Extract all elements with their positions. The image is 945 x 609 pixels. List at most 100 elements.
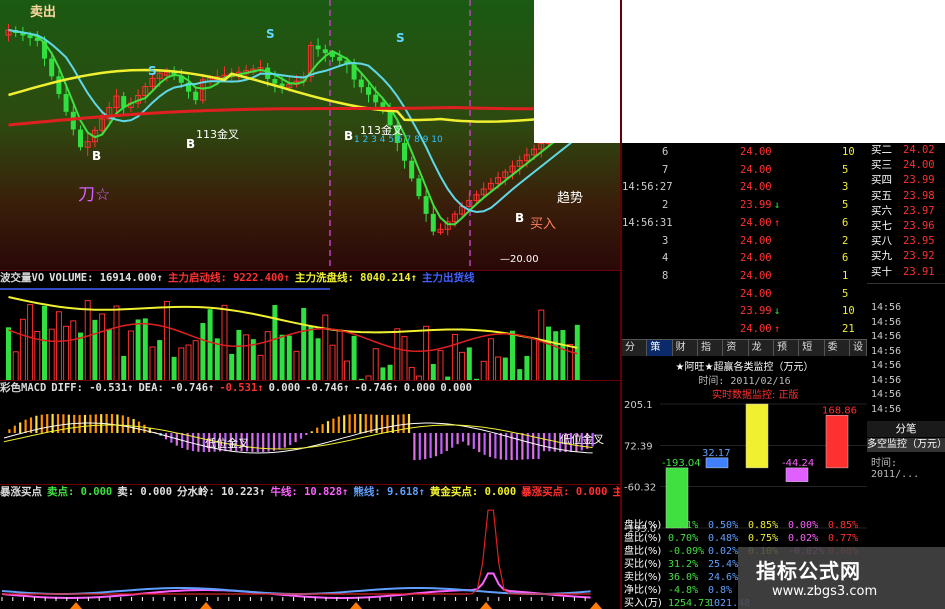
- stat-value: 0.75%: [748, 533, 779, 544]
- watermark-title: 指标公式网: [756, 559, 861, 583]
- candle-body: [49, 58, 55, 77]
- stat-label: 买入(万): [624, 598, 662, 609]
- volume-bar: [451, 333, 458, 381]
- volume-panel[interactable]: 波交量VO VOLUME: 16914.000↑ 主力启动线: 9222.400↑ 主…: [0, 270, 620, 381]
- tick-time-row[interactable]: 14:56: [867, 387, 945, 403]
- long-short-title: 多空监控（万元）: [867, 438, 945, 452]
- header-field: -0.746↑: [354, 382, 399, 394]
- bid-level-row[interactable]: 买六 23.97: [867, 204, 945, 219]
- tick-quote-row[interactable]: 7 24.00 5: [622, 161, 867, 179]
- panel-tabs: 分笔策略财务指数资讯龙虎预警短线委托设: [622, 339, 867, 369]
- tick-quote-row[interactable]: 4 24.00 6: [622, 249, 867, 267]
- volume-bar: [63, 325, 70, 381]
- tick-quote-row[interactable]: 2 23.99 ↓ 5: [622, 196, 867, 214]
- bid-level-row[interactable]: 买四 23.99: [867, 173, 945, 188]
- tab-策略[interactable]: 策略: [647, 340, 673, 369]
- stat-value: 0.8%: [708, 585, 733, 596]
- tab-预警[interactable]: 预警: [774, 340, 800, 369]
- stat-value: 0.61%: [668, 520, 699, 531]
- bid-level-row[interactable]: 买二 24.02: [867, 143, 945, 158]
- tab-财务[interactable]: 财务: [673, 340, 698, 369]
- candle-body: [272, 79, 278, 84]
- header-field: DIFF: -0.531↑: [51, 382, 134, 394]
- monitor-ytick: 72.39: [624, 441, 653, 452]
- tick-quote-row[interactable]: 24.00 5: [622, 285, 867, 303]
- macd-panel[interactable]: 彩色MACD DIFF: -0.531↑ DEA: -0.746↑ -0.531↑ 0.…: [0, 380, 620, 484]
- stat-value: 0.48%: [708, 533, 739, 544]
- volume-bar: [48, 328, 55, 381]
- candle-body: [423, 196, 429, 214]
- tab-资讯[interactable]: 资讯: [723, 340, 749, 369]
- bid-level-row[interactable]: 买三 24.00: [867, 158, 945, 173]
- volume-header: 波交量VO VOLUME: 16914.000↑ 主力启动线: 9222.400↑ 主…: [0, 271, 480, 285]
- candle-body: [416, 178, 422, 197]
- tab-短线[interactable]: 短线: [799, 340, 825, 369]
- tick-volume: 3: [842, 181, 849, 194]
- tick-time-row[interactable]: 14:56: [867, 300, 945, 316]
- tab-委托[interactable]: 委托: [825, 340, 850, 369]
- tick-quote-row[interactable]: 14:56:27 24.00 3: [622, 178, 867, 196]
- candle-body: [358, 79, 364, 88]
- volume-bar: [221, 304, 228, 381]
- trend-label: 趋势: [557, 190, 583, 206]
- volume-bar: [113, 305, 120, 381]
- tab-指数[interactable]: 指数: [698, 340, 724, 369]
- tick-quote-row[interactable]: 3 24.00 2: [622, 232, 867, 250]
- tick-quote-row[interactable]: 14:56:31 24.00 ↑ 6: [622, 214, 867, 232]
- bid-level-price: 23.92: [903, 250, 935, 263]
- buy-point-arrow: [480, 602, 492, 609]
- tab-分笔[interactable]: 分笔: [622, 340, 648, 369]
- surge-spike-line: [2, 509, 591, 595]
- tab-龙虎[interactable]: 龙虎: [749, 340, 774, 369]
- bid-level-price: 23.96: [903, 220, 935, 232]
- volume-bar: [6, 327, 11, 381]
- volume-bar: [423, 325, 430, 381]
- volume-bar: [243, 334, 250, 381]
- buy-point-arrow: [70, 602, 82, 609]
- surge-buy-panel[interactable]: 暴涨买点 卖点: 0.000 卖: 0.000 分水岭: 10.223↑ 牛线: 10.…: [0, 484, 654, 609]
- stat-value: 24.6%: [708, 572, 739, 583]
- volume-bar: [236, 329, 242, 381]
- tick-quote-list[interactable]: 6 24.00 10 7 24.00 5 14:56:27 24.00 3 2 23.99 ↓ 5 14:…: [622, 143, 867, 339]
- tick-time-row[interactable]: 14:56: [867, 358, 945, 374]
- stat-label: 净比(%): [624, 585, 662, 596]
- tick-volume: 5: [842, 163, 849, 176]
- monitor-bar: [705, 457, 729, 469]
- tick-time-row[interactable]: 14:56: [867, 373, 945, 389]
- bid-level-row[interactable]: 买五 23.98: [867, 189, 945, 204]
- main-kline-chart[interactable]: 卖出 S S S B B B B 113金叉 113金叉 1 2 3 4 5 6 7 8 9 10 刀…: [0, 0, 620, 270]
- monitor-title: ★阿旺★超赢各类监控（万元）: [675, 362, 814, 373]
- candle-body: [56, 76, 62, 95]
- tick-quote-row[interactable]: 24.00 ↑ 21: [622, 320, 867, 338]
- bid-level-price: 23.98: [903, 189, 935, 202]
- tick-time-list[interactable]: 14:56 14:56 14:56 14:56 14:56 14:56 14:56 14:56…: [867, 283, 945, 432]
- volume-bar: [78, 332, 83, 381]
- monitor-bars-svg: 实时数据监控: 正版205.172.39-60.32-193.0-193.043…: [624, 388, 867, 532]
- tick-volume: 5: [842, 199, 849, 212]
- candle-body: [409, 160, 415, 179]
- header-field: 波交量VO: [0, 272, 45, 284]
- tick-price: 24.00: [740, 216, 772, 229]
- tick-time-row[interactable]: 14:56: [867, 344, 945, 360]
- header-field: 分水岭: 10.223↑: [177, 486, 266, 498]
- tab-设[interactable]: 设: [850, 340, 867, 356]
- bid-level-row[interactable]: 买七 23.96: [867, 219, 945, 234]
- volume-bar: [207, 309, 213, 381]
- volume-bar: [99, 313, 106, 381]
- tab-fenbi[interactable]: 分笔: [867, 421, 945, 437]
- header-field: 主力洗盘线: 8040.214↑: [295, 272, 418, 284]
- bid-level-row[interactable]: 买八 23.95: [867, 234, 945, 249]
- tick-quote-row[interactable]: 23.99 ↓ 10: [622, 302, 867, 320]
- tick-index: 6: [662, 146, 669, 158]
- candle-body: [330, 53, 335, 57]
- tick-quote-row[interactable]: 8 24.00 1: [622, 267, 867, 285]
- bid-level-row[interactable]: 买九 23.92: [867, 249, 945, 264]
- tick-time-row[interactable]: 14:56: [867, 329, 945, 345]
- sell-signal-label: 卖出: [30, 4, 56, 20]
- tick-time-row[interactable]: 14:56: [867, 315, 945, 331]
- bid-level-row[interactable]: 买十 23.91: [867, 265, 945, 280]
- bid-book[interactable]: 买二 24.02 买三 24.00 买四 23.99 买五 23.98 买六 23.97 买七 23.…: [867, 143, 945, 283]
- tick-quote-row[interactable]: 6 24.00 10: [622, 143, 867, 161]
- volume-bar: [372, 348, 379, 381]
- stat-value: 0.85%: [828, 520, 859, 531]
